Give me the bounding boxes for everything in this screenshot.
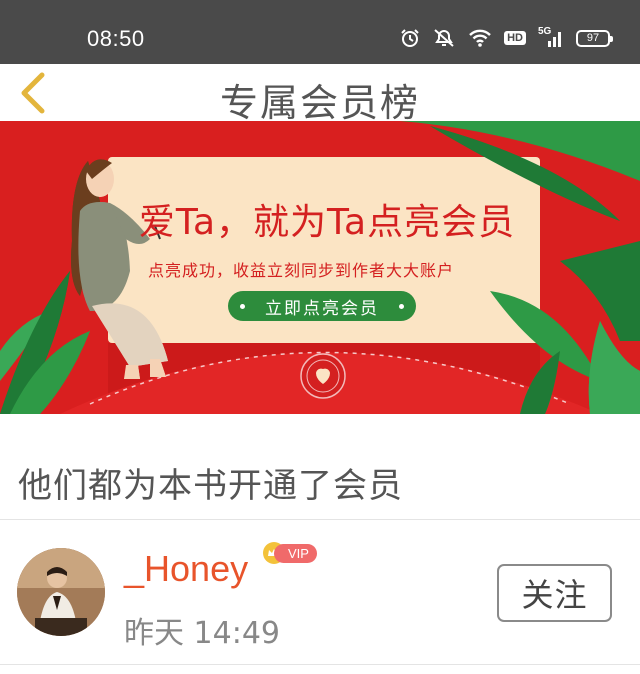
vip-badge: VIP (262, 542, 317, 564)
section-title: 他们都为本书开通了会员 (18, 466, 403, 506)
member-time: 昨天 14:49 (124, 616, 280, 651)
page-title: 专属会员榜 (219, 81, 420, 125)
light-up-membership-button[interactable]: 立即点亮会员 (228, 291, 416, 321)
vip-label: VIP (274, 543, 317, 563)
network-type-label: 5G (538, 26, 552, 37)
alarm-icon (400, 28, 420, 48)
wifi-icon (468, 28, 492, 48)
divider (0, 664, 640, 665)
member-name[interactable]: _Honey (124, 548, 248, 590)
mute-icon (432, 28, 456, 48)
status-icons: HD 5G 97 (400, 26, 613, 48)
promo-banner[interactable]: 爱Ta，就为Ta点亮会员 点亮成功，收益立刻同步到作者大大账户 立即点亮会员 (0, 121, 640, 414)
banner-subtitle: 点亮成功，收益立刻同步到作者大大账户 (148, 261, 455, 280)
header: 专属会员榜 (0, 64, 640, 125)
battery-level: 97 (586, 32, 600, 44)
battery-icon: 97 (576, 29, 613, 47)
signal-5g-icon: 5G (538, 26, 564, 48)
follow-button[interactable]: 关注 (497, 564, 612, 622)
avatar[interactable] (17, 548, 105, 636)
status-time: 08:50 (87, 26, 145, 51)
status-bar: 08:50 HD 5G 97 (0, 0, 640, 64)
banner-headline: 爱Ta，就为Ta点亮会员 (138, 202, 516, 243)
hd-icon: HD (504, 31, 526, 45)
list-item: _Honey VIP 昨天 14:49 关注 (0, 520, 640, 664)
